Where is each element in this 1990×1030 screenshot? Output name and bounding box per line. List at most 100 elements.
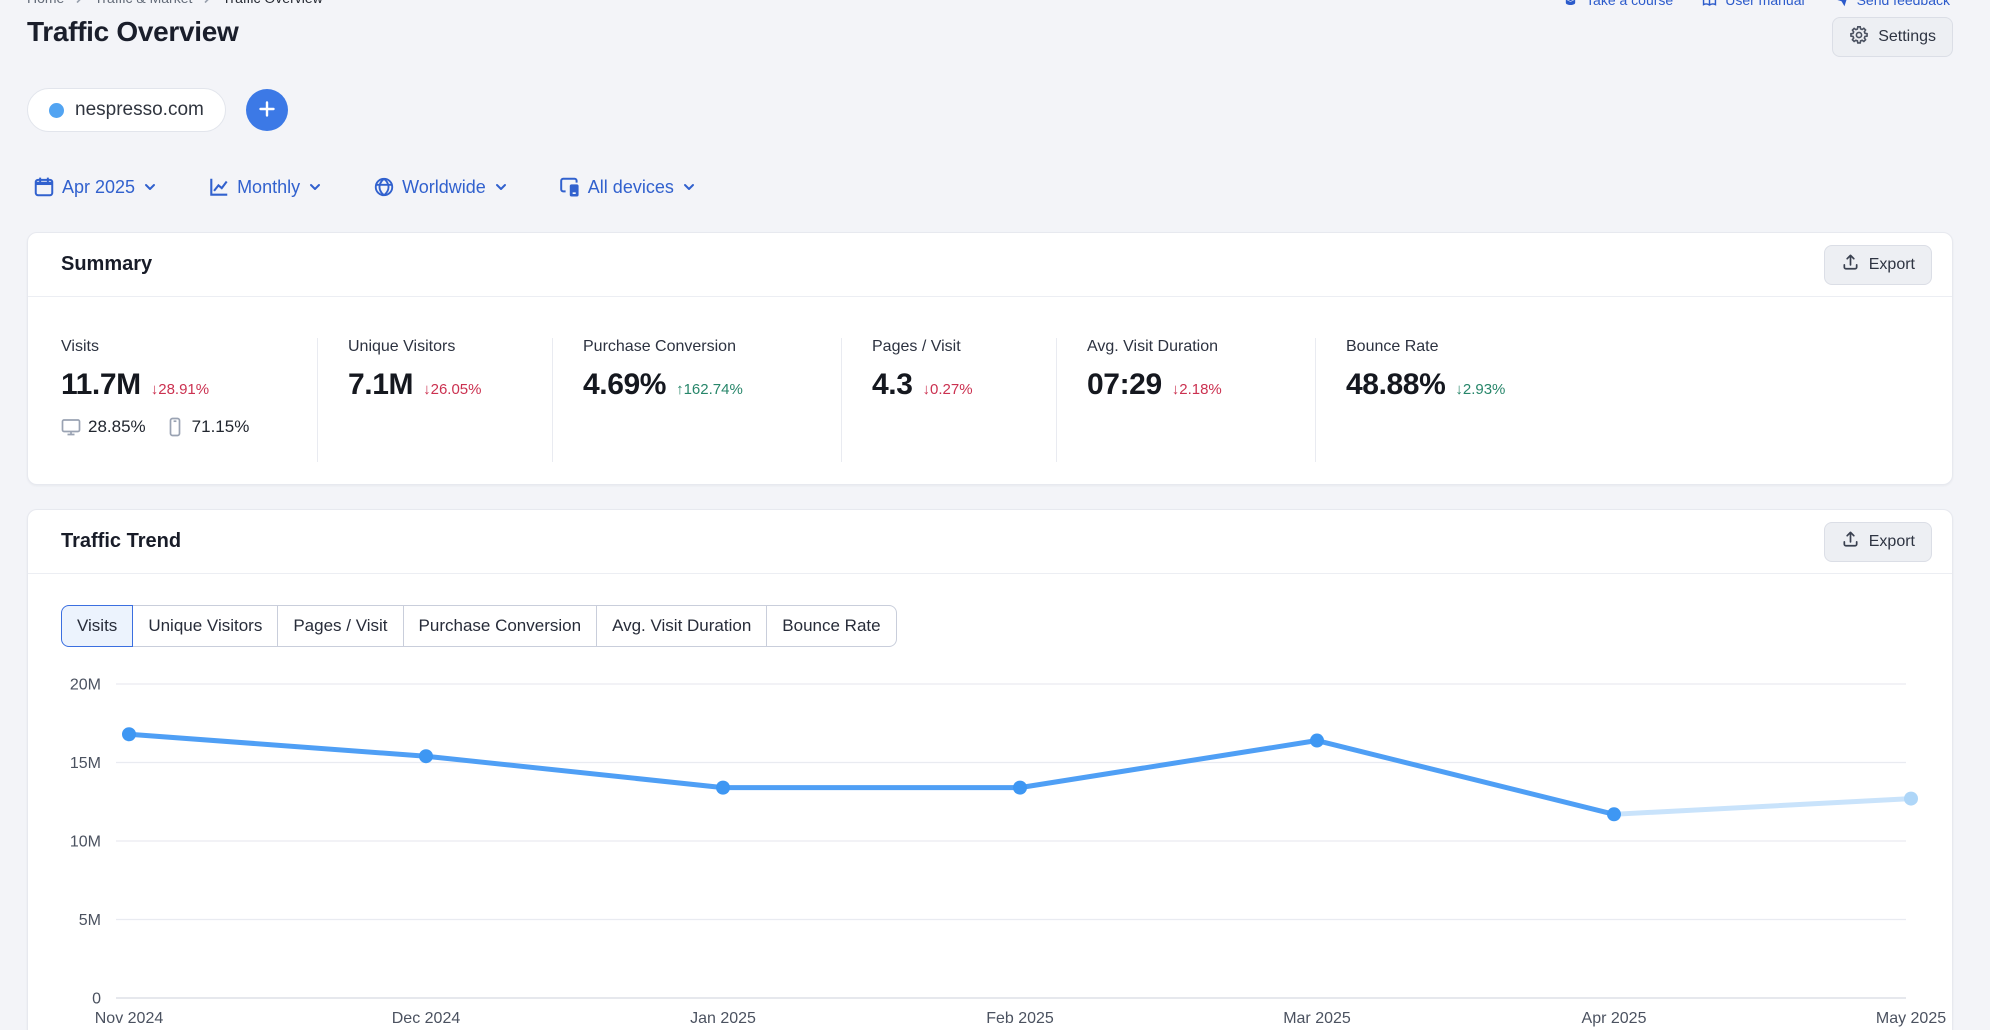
header-link-take-a-course[interactable]: Take a course	[1562, 0, 1673, 8]
gear-icon	[1849, 25, 1869, 50]
filters-bar: Apr 2025 Monthly Worldwide All devices	[33, 176, 697, 198]
trend-tab-unique-visitors[interactable]: Unique Visitors	[132, 605, 278, 647]
export-icon	[1841, 253, 1860, 277]
book-icon	[1701, 0, 1718, 8]
filter-label: Apr 2025	[62, 177, 135, 198]
header-link-user-manual[interactable]: User manual	[1701, 0, 1804, 8]
x-axis-tick-label: Jan 2025	[690, 1010, 756, 1027]
metric-value: 4.69%	[583, 368, 666, 402]
traffic-overview-page: Home Traffic & Market Traffic Overview Tak…	[0, 0, 1990, 1030]
domain-color-dot-icon	[49, 103, 64, 118]
filter-label: Monthly	[237, 177, 300, 198]
breadcrumb-item: Traffic Overview	[222, 0, 322, 6]
projected-data-point[interactable]	[1904, 792, 1918, 806]
metric-delta: ↓2.18%	[1172, 381, 1222, 398]
metric-delta: ↓2.93%	[1455, 381, 1505, 398]
chevron-right-icon	[73, 0, 85, 4]
breadcrumb-item[interactable]: Home	[27, 0, 64, 6]
metric-avg-visit-duration: Avg. Visit Duration07:29↓2.18%	[1056, 338, 1315, 462]
filter-monthly[interactable]: Monthly	[208, 176, 323, 198]
metric-value: 7.1M	[348, 368, 413, 402]
traffic-trend-line-chart: 05M10M15M20MNov 2024Dec 2024Jan 2025Feb …	[28, 650, 1954, 1030]
visits-projection-line	[1614, 799, 1911, 815]
settings-button[interactable]: Settings	[1832, 17, 1953, 57]
trend-tab-purchase-conversion[interactable]: Purchase Conversion	[403, 605, 598, 647]
line-chart-icon	[208, 176, 230, 198]
metric-visits: Visits11.7M↓28.91%28.85%71.15%	[61, 338, 317, 462]
y-axis-tick-label: 20M	[70, 677, 101, 694]
y-axis-tick-label: 0	[92, 991, 101, 1008]
summary-export-label: Export	[1869, 256, 1915, 274]
x-axis-tick-label: Mar 2025	[1283, 1010, 1351, 1027]
traffic-trend-title: Traffic Trend	[61, 530, 181, 553]
header-link-send-feedback[interactable]: Send feedback	[1833, 0, 1950, 8]
settings-button-label: Settings	[1878, 28, 1936, 46]
metric-label: Avg. Visit Duration	[1087, 338, 1315, 356]
x-axis-tick-label: Dec 2024	[392, 1010, 461, 1027]
summary-metrics: Visits11.7M↓28.91%28.85%71.15%Unique Vis…	[28, 297, 1952, 462]
trend-tab-pages-visit[interactable]: Pages / Visit	[277, 605, 403, 647]
metric-pages-visit: Pages / Visit4.3↓0.27%	[841, 338, 1056, 462]
filter-all-devices[interactable]: All devices	[559, 176, 697, 198]
paper-plane-icon	[1833, 0, 1850, 8]
metric-label: Purchase Conversion	[583, 338, 841, 356]
header-link-label: Take a course	[1586, 0, 1673, 8]
metric-delta: ↑162.74%	[676, 381, 743, 398]
add-competitor-button[interactable]	[246, 89, 288, 131]
summary-title: Summary	[61, 253, 152, 276]
breadcrumb: Home Traffic & Market Traffic Overview	[27, 0, 323, 6]
calendar-icon	[33, 176, 55, 198]
filter-label: Worldwide	[402, 177, 486, 198]
metric-delta: ↓28.91%	[151, 381, 209, 398]
visits-trend-line	[129, 734, 1614, 814]
trend-tab-avg-visit-duration[interactable]: Avg. Visit Duration	[596, 605, 767, 647]
x-axis-tick-label: Apr 2025	[1582, 1010, 1647, 1027]
metric-delta: ↓26.05%	[423, 381, 481, 398]
metric-bounce-rate: Bounce Rate 48.88% ↓2.93%	[1315, 338, 1919, 462]
domain-chip-label: nespresso.com	[75, 99, 204, 121]
filter-apr-2025[interactable]: Apr 2025	[33, 176, 158, 198]
devices-icon	[559, 176, 581, 198]
chevron-down-icon	[307, 179, 323, 195]
metric-delta: ↓0.27%	[923, 381, 973, 398]
export-icon	[1841, 530, 1860, 554]
trend-metric-tabs: VisitsUnique VisitorsPages / VisitPurcha…	[61, 605, 897, 647]
trend-tab-bounce-rate[interactable]: Bounce Rate	[766, 605, 896, 647]
summary-export-button[interactable]: Export	[1824, 245, 1932, 285]
x-axis-tick-label: May 2025	[1876, 1010, 1946, 1027]
summary-card-header: Summary Export	[28, 233, 1952, 297]
chevron-down-icon	[681, 179, 697, 195]
trend-export-button[interactable]: Export	[1824, 522, 1932, 562]
data-point[interactable]	[716, 781, 730, 795]
chevron-down-icon	[142, 179, 158, 195]
metric-unique-visitors: Unique Visitors7.1M↓26.05%	[317, 338, 552, 462]
filter-label: All devices	[588, 177, 674, 198]
chevron-right-icon	[201, 0, 213, 4]
traffic-trend-card-header: Traffic Trend Export	[28, 510, 1952, 574]
mobile-icon	[165, 417, 185, 437]
data-point[interactable]	[419, 749, 433, 763]
device-split: 28.85%71.15%	[61, 417, 317, 437]
metric-value: 11.7M	[61, 368, 141, 402]
summary-card: Summary Export Visits11.7M↓28.91%28.85%7…	[27, 232, 1953, 485]
trend-export-label: Export	[1869, 533, 1915, 551]
data-point[interactable]	[1310, 734, 1324, 748]
metric-value: 48.88%	[1346, 368, 1445, 402]
x-axis-tick-label: Feb 2025	[986, 1010, 1054, 1027]
y-axis-tick-label: 5M	[79, 912, 101, 929]
header-links: Take a course User manual Send feedback	[1562, 0, 1950, 8]
trend-tab-visits[interactable]: Visits	[61, 605, 133, 647]
y-axis-tick-label: 15M	[70, 755, 101, 772]
domain-chip[interactable]: nespresso.com	[27, 88, 226, 132]
globe-icon	[373, 176, 395, 198]
data-point[interactable]	[122, 727, 136, 741]
metric-value: 4.3	[872, 368, 913, 402]
filter-worldwide[interactable]: Worldwide	[373, 176, 509, 198]
page-title: Traffic Overview	[27, 16, 239, 48]
chevron-down-icon	[493, 179, 509, 195]
x-axis-tick-label: Nov 2024	[95, 1010, 164, 1027]
breadcrumb-item[interactable]: Traffic & Market	[94, 0, 192, 6]
data-point[interactable]	[1013, 781, 1027, 795]
metric-label: Bounce Rate	[1346, 338, 1919, 356]
data-point[interactable]	[1607, 807, 1621, 821]
